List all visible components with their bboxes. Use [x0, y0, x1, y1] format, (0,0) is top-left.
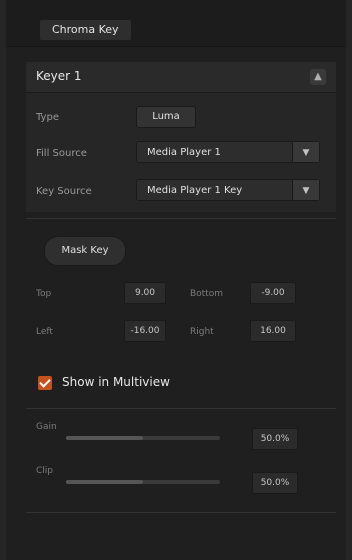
clip-value-field[interactable]: 50.0% [252, 472, 298, 494]
fill-source-select[interactable]: Media Player 1 ▼ [136, 141, 320, 163]
gain-slider[interactable] [66, 436, 220, 440]
gain-value-field[interactable]: 50.0% [252, 428, 298, 450]
top-value-field[interactable]: 9.00 [124, 282, 166, 304]
clip-slider-fill [66, 480, 143, 484]
right-label: Right [190, 327, 214, 337]
key-source-label: Key Source [36, 186, 92, 197]
fill-source-value: Media Player 1 [147, 147, 221, 158]
type-label: Type [36, 112, 59, 123]
multiview-label: Show in Multiview [62, 375, 170, 389]
gain-slider-fill [66, 436, 143, 440]
type-button[interactable]: Luma [136, 106, 196, 128]
keyer-section-title: Keyer 1 [36, 69, 82, 83]
chevron-down-icon[interactable]: ▼ [292, 180, 319, 200]
bottom-value-field[interactable]: -9.00 [250, 282, 296, 304]
key-source-select[interactable]: Media Player 1 Key ▼ [136, 179, 320, 201]
bottom-label: Bottom [190, 289, 224, 299]
section-divider [26, 408, 336, 409]
keyer-section-header[interactable]: Keyer 1 ▲ [26, 62, 336, 93]
fill-source-label: Fill Source [36, 148, 87, 159]
clip-label: Clip [36, 466, 53, 476]
collapse-icon[interactable]: ▲ [310, 69, 326, 85]
chevron-down-icon[interactable]: ▼ [292, 142, 319, 162]
left-label: Left [36, 327, 53, 337]
mask-key-button[interactable]: Mask Key [44, 236, 126, 266]
left-value-field[interactable]: -16.00 [124, 320, 166, 342]
panel-title-tab[interactable]: Chroma Key [40, 20, 131, 40]
section-divider [26, 512, 336, 513]
multiview-checkbox[interactable] [38, 376, 52, 390]
right-value-field[interactable]: 16.00 [250, 320, 296, 342]
section-divider [26, 218, 336, 219]
panel-header: Chroma Key [6, 0, 346, 47]
key-source-value: Media Player 1 Key [147, 185, 243, 196]
clip-slider[interactable] [66, 480, 220, 484]
top-label: Top [36, 289, 52, 299]
gain-label: Gain [36, 422, 57, 432]
